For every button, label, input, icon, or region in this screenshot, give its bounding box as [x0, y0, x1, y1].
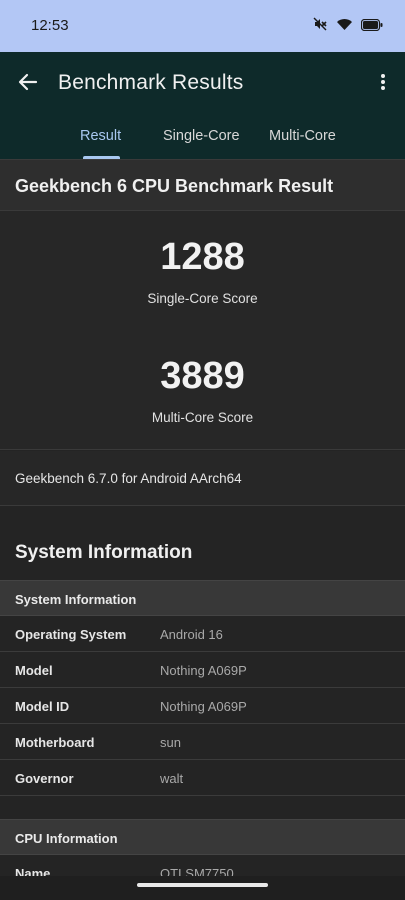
version-row: Geekbench 6.7.0 for Android AArch64 — [0, 451, 405, 506]
score-card: 1288 Single-Core Score 3889 Multi-Core S… — [0, 211, 405, 450]
table-row: Operating System Android 16 — [0, 616, 405, 652]
row-key: Model — [15, 663, 53, 678]
more-vert-icon — [380, 73, 386, 96]
arrow-left-icon — [18, 72, 38, 97]
table-row: Model Nothing A069P — [0, 652, 405, 688]
tab-multi-core[interactable]: Multi-Core — [269, 128, 336, 144]
mute-icon — [312, 16, 328, 37]
navigation-bar — [0, 876, 405, 900]
single-core-score: 1288 — [160, 236, 245, 278]
app-header: Benchmark Results Result Single-Core Mul… — [0, 52, 405, 159]
row-value: Nothing A069P — [160, 699, 247, 714]
result-title: Geekbench 6 CPU Benchmark Result — [15, 176, 334, 196]
back-button[interactable] — [14, 70, 42, 98]
row-key: Motherboard — [15, 735, 95, 750]
row-key: Operating System — [15, 627, 127, 642]
result-title-bar: Geekbench 6 CPU Benchmark Result — [0, 159, 405, 211]
cpu-information-table-header: CPU Information — [0, 819, 405, 855]
table-row: Motherboard sun — [0, 724, 405, 760]
table-header-label: CPU Information — [15, 831, 118, 846]
wifi-icon — [336, 17, 353, 36]
row-value: Nothing A069P — [160, 663, 247, 678]
status-icons — [312, 16, 383, 37]
gesture-handle[interactable] — [137, 883, 268, 887]
page-title: Benchmark Results — [58, 71, 244, 94]
multi-core-label: Multi-Core Score — [151, 410, 254, 425]
battery-icon — [360, 18, 383, 36]
tab-single-core[interactable]: Single-Core — [163, 128, 240, 144]
section-heading-system-information: System Information — [15, 542, 193, 563]
table-row: Model ID Nothing A069P — [0, 688, 405, 724]
row-key: Governor — [15, 771, 74, 786]
row-key: Model ID — [15, 699, 70, 714]
single-core-label: Single-Core Score — [147, 291, 258, 306]
status-bar: 12:53 — [0, 0, 405, 52]
multi-core-score: 3889 — [160, 355, 245, 397]
row-value: Android 16 — [160, 627, 223, 642]
version-text: Geekbench 6.7.0 for Android AArch64 — [15, 471, 242, 486]
system-information-table-header: System Information — [0, 580, 405, 616]
row-value: walt — [160, 771, 184, 786]
row-value: sun — [160, 735, 181, 750]
status-time: 12:53 — [31, 17, 69, 34]
more-options-button[interactable] — [375, 70, 391, 98]
tab-result[interactable]: Result — [80, 128, 121, 144]
table-row: Governor walt — [0, 760, 405, 796]
table-header-label: System Information — [15, 592, 137, 607]
